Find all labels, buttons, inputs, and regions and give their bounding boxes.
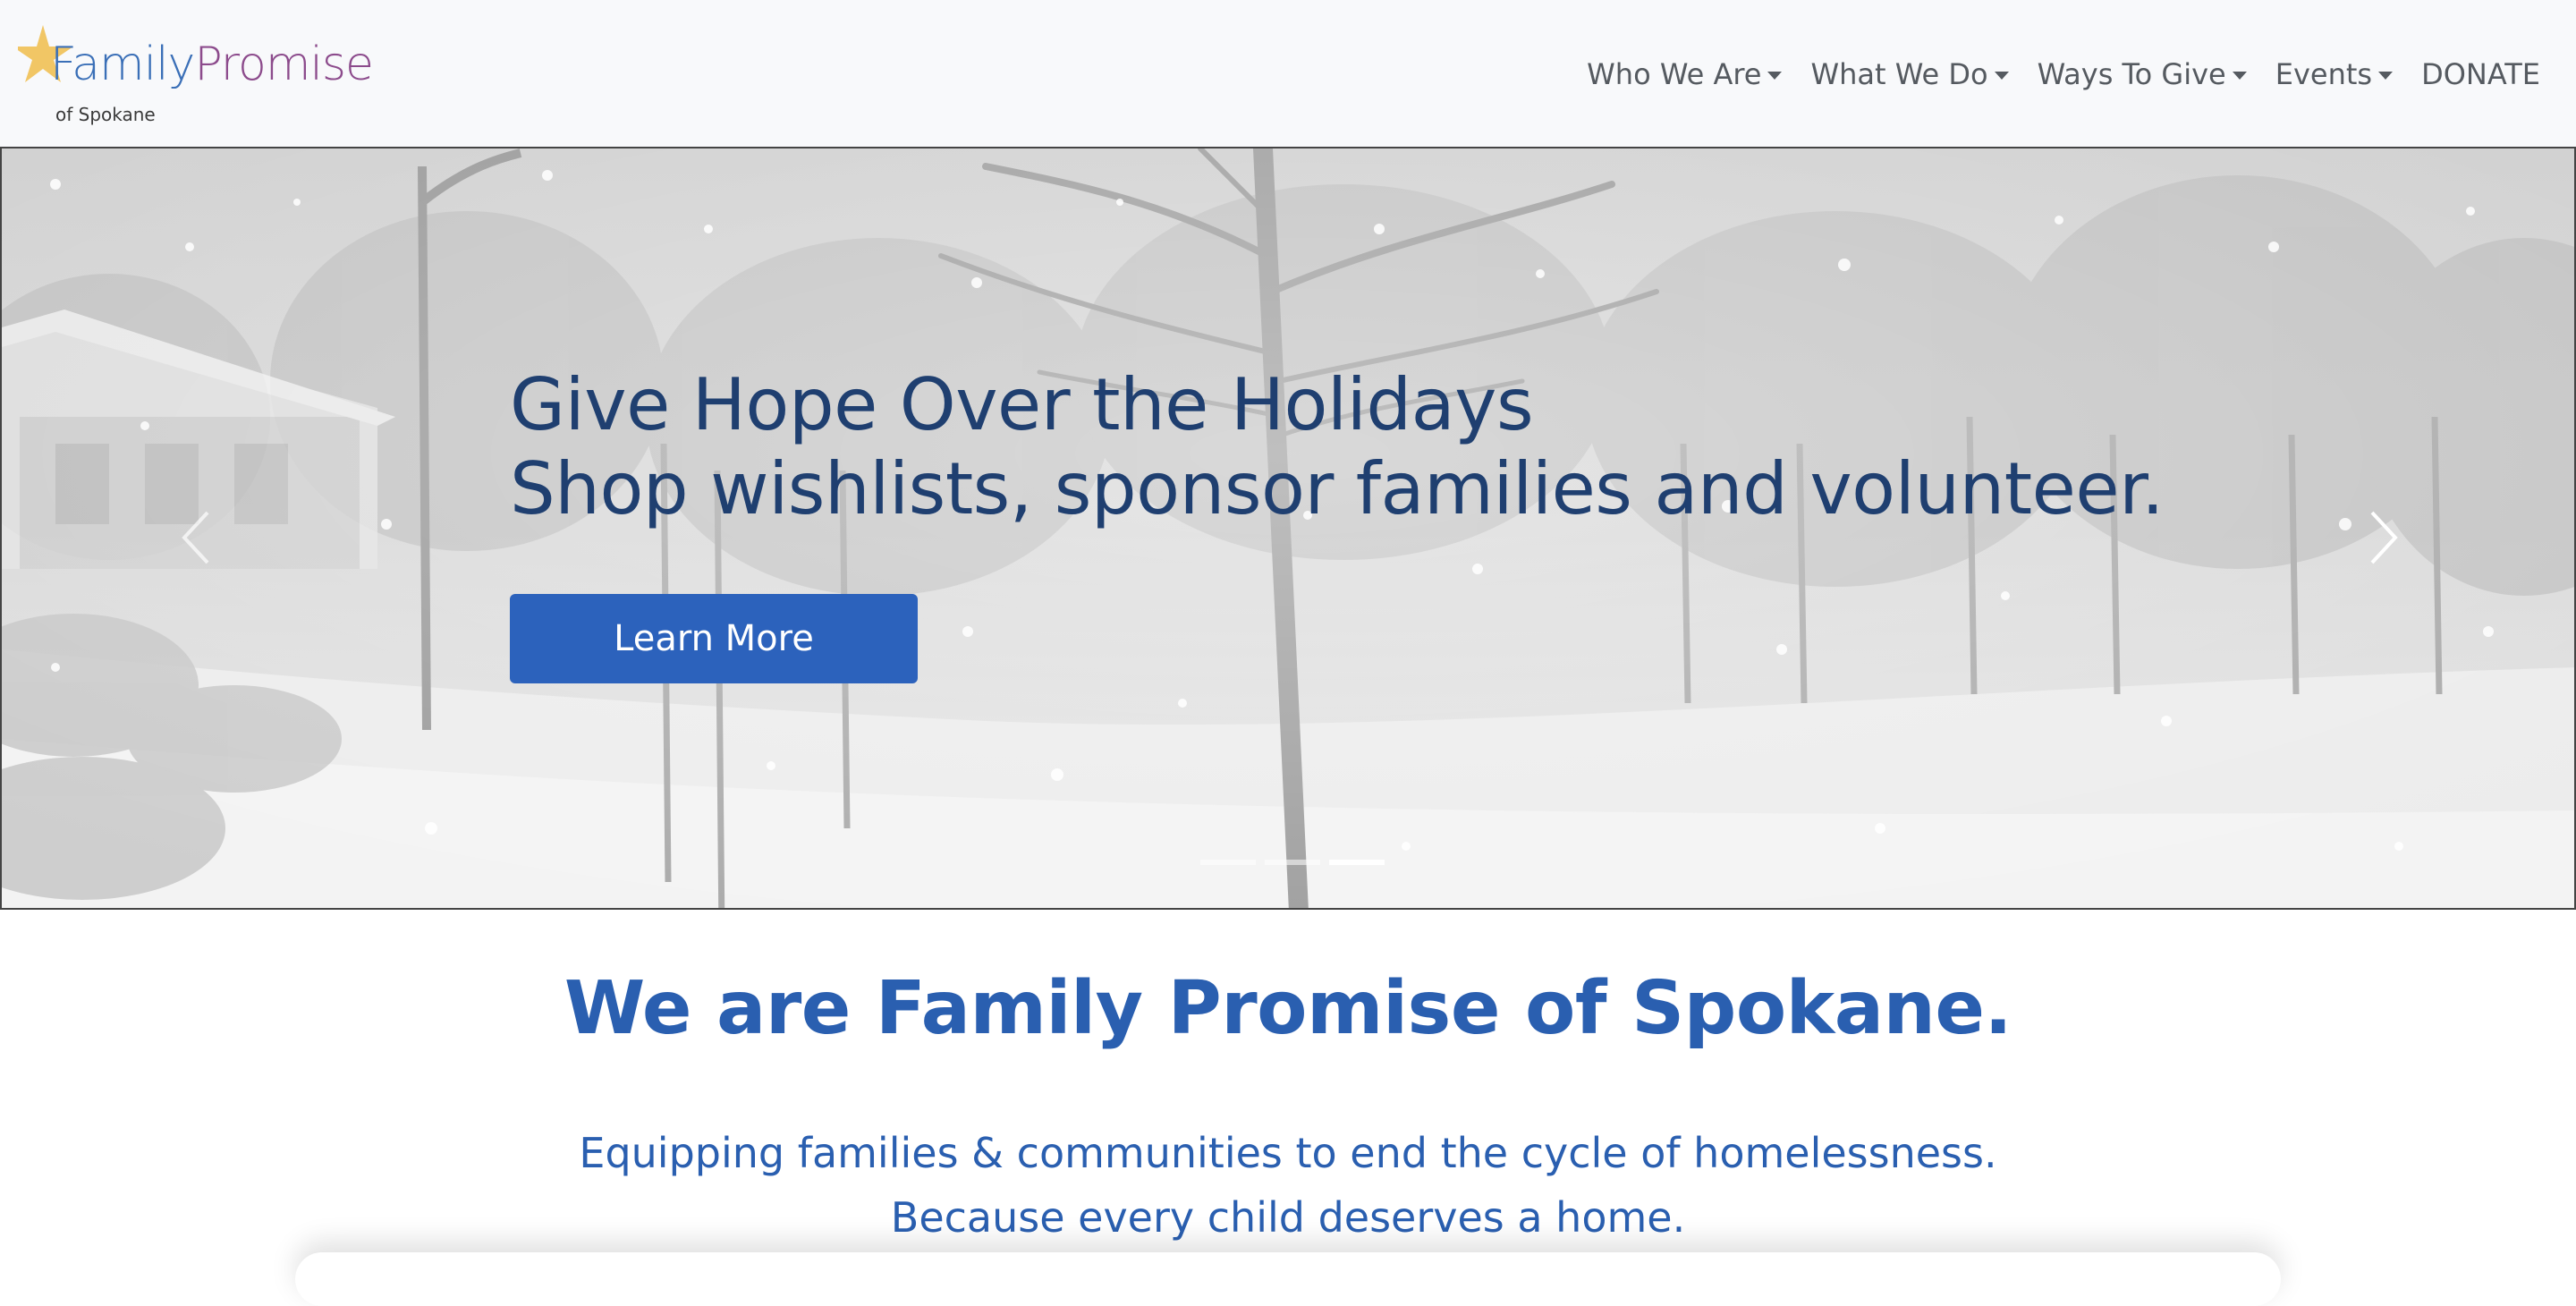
caret-down-icon bbox=[1767, 71, 1783, 80]
hero-carousel: Give Hope Over the Holidays Shop wishlis… bbox=[0, 147, 2576, 910]
caret-down-icon bbox=[1994, 71, 2009, 80]
nav-item-label: Who We Are bbox=[1587, 57, 1762, 91]
logo-brand-promise: Promise bbox=[194, 38, 374, 91]
nav-item-events[interactable]: Events bbox=[2275, 57, 2394, 91]
carousel-next-button[interactable] bbox=[2354, 502, 2408, 573]
chevron-left-icon bbox=[182, 511, 209, 564]
logo-subtitle: of Spokane bbox=[55, 104, 156, 125]
carousel-indicator-2[interactable] bbox=[1265, 860, 1320, 865]
caret-down-icon bbox=[2232, 71, 2247, 80]
logo-brand-family: Family bbox=[50, 38, 195, 91]
nav-item-label: Ways To Give bbox=[2037, 57, 2226, 91]
learn-more-button[interactable]: Learn More bbox=[510, 594, 918, 683]
main-nav: Who We Are What We Do Ways To Give Event… bbox=[1558, 52, 2540, 97]
nav-item-who-we-are[interactable]: Who We Are bbox=[1587, 57, 1783, 91]
carousel-prev-button[interactable] bbox=[172, 502, 225, 573]
carousel-indicators bbox=[1196, 860, 1389, 865]
intro-title: We are Family Promise of Spokane. bbox=[564, 966, 2012, 1051]
logo[interactable]: FamilyPromise of Spokane bbox=[18, 21, 394, 129]
caret-down-icon bbox=[2378, 71, 2394, 80]
nav-item-ways-to-give[interactable]: Ways To Give bbox=[2038, 57, 2247, 91]
nav-item-donate[interactable]: DONATE bbox=[2421, 57, 2540, 91]
hero-headline-line-2: Shop wishlists, sponsor families and vol… bbox=[510, 447, 2165, 530]
hero-headline-line-1: Give Hope Over the Holidays bbox=[510, 363, 1534, 446]
content-card-edge bbox=[295, 1252, 2281, 1306]
nav-item-what-we-do[interactable]: What We Do bbox=[1810, 57, 2009, 91]
navbar: FamilyPromise of Spokane Who We Are What… bbox=[0, 0, 2576, 148]
logo-brand: FamilyPromise bbox=[50, 38, 374, 91]
carousel-indicator-3[interactable] bbox=[1329, 860, 1385, 865]
nav-item-label: Events bbox=[2275, 57, 2373, 91]
intro-subtitle-line-2: Because every child deserves a home. bbox=[890, 1193, 1686, 1242]
nav-item-label: What We Do bbox=[1810, 57, 1988, 91]
hero-caption: Give Hope Over the Holidays Shop wishlis… bbox=[510, 363, 2165, 531]
carousel-indicator-1[interactable] bbox=[1200, 860, 1256, 865]
intro-subtitle-line-1: Equipping families & communities to end … bbox=[579, 1129, 1997, 1177]
nav-item-label: DONATE bbox=[2421, 57, 2540, 91]
chevron-right-icon bbox=[2370, 511, 2398, 564]
